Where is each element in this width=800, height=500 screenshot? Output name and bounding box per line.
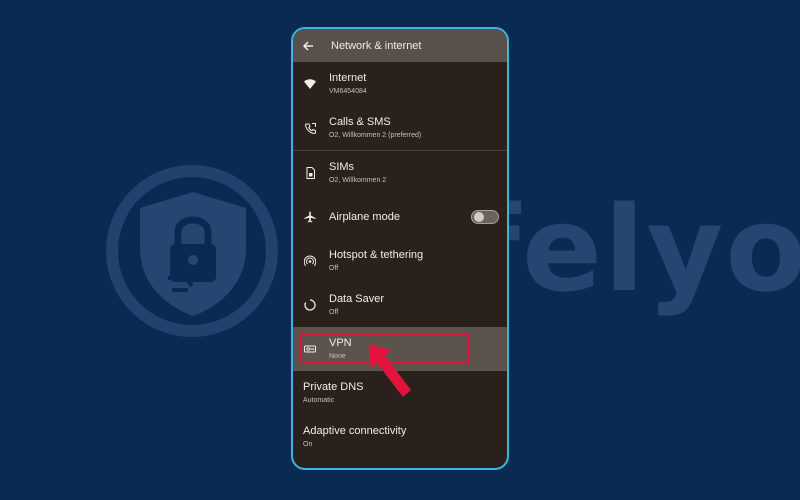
item-subtitle: Off xyxy=(329,264,339,272)
shield-lock-icon xyxy=(140,192,246,316)
item-title: Data Saver xyxy=(329,292,385,305)
phone-icon xyxy=(303,121,317,135)
item-subtitle: Off xyxy=(329,308,339,316)
settings-item-hotspot-tethering[interactable]: Hotspot & tethering Off xyxy=(293,239,507,283)
pointer-arrow-icon xyxy=(369,344,411,397)
item-subtitle: O2, Willkommen 2 xyxy=(329,176,387,184)
item-title: Hotspot & tethering xyxy=(329,248,424,261)
settings-item-sims[interactable]: SIMs O2, Willkommen 2 xyxy=(293,151,507,195)
page-title: Network & internet xyxy=(331,39,422,52)
item-subtitle: VM6454084 xyxy=(329,87,367,95)
item-subtitle: Automatic xyxy=(303,396,335,404)
toggle-knob xyxy=(474,212,484,222)
wifi-icon xyxy=(303,77,317,91)
settings-item-internet[interactable]: Internet VM6454084 xyxy=(293,62,507,106)
hotspot-icon xyxy=(303,254,317,268)
sim-icon xyxy=(303,166,317,180)
app-bar: Network & internet xyxy=(293,29,507,62)
settings-item-data-saver[interactable]: Data Saver Off xyxy=(293,283,507,327)
airplane-mode-toggle[interactable] xyxy=(471,210,499,224)
item-title: Internet xyxy=(329,71,367,84)
item-title: Private DNS xyxy=(303,380,364,393)
airplane-icon xyxy=(303,210,317,224)
settings-item-adaptive-connectivity[interactable]: Adaptive connectivity On xyxy=(293,415,507,459)
phone-screen: Network & internet Internet VM6454084 Ca… xyxy=(291,27,509,470)
item-subtitle: O2, Willkommen 2 (preferred) xyxy=(329,131,422,139)
item-subtitle: On xyxy=(303,440,313,448)
data-saver-icon xyxy=(303,298,317,312)
back-arrow-icon[interactable] xyxy=(301,39,315,53)
settings-item-airplane-mode[interactable]: Airplane mode xyxy=(293,195,507,239)
settings-item-calls-sms[interactable]: Calls & SMS O2, Willkommen 2 (preferred) xyxy=(293,106,507,150)
item-title: Adaptive connectivity xyxy=(303,424,407,437)
item-title: Calls & SMS xyxy=(329,115,391,128)
item-title: SIMs xyxy=(329,160,355,173)
item-title: Airplane mode xyxy=(329,210,400,223)
